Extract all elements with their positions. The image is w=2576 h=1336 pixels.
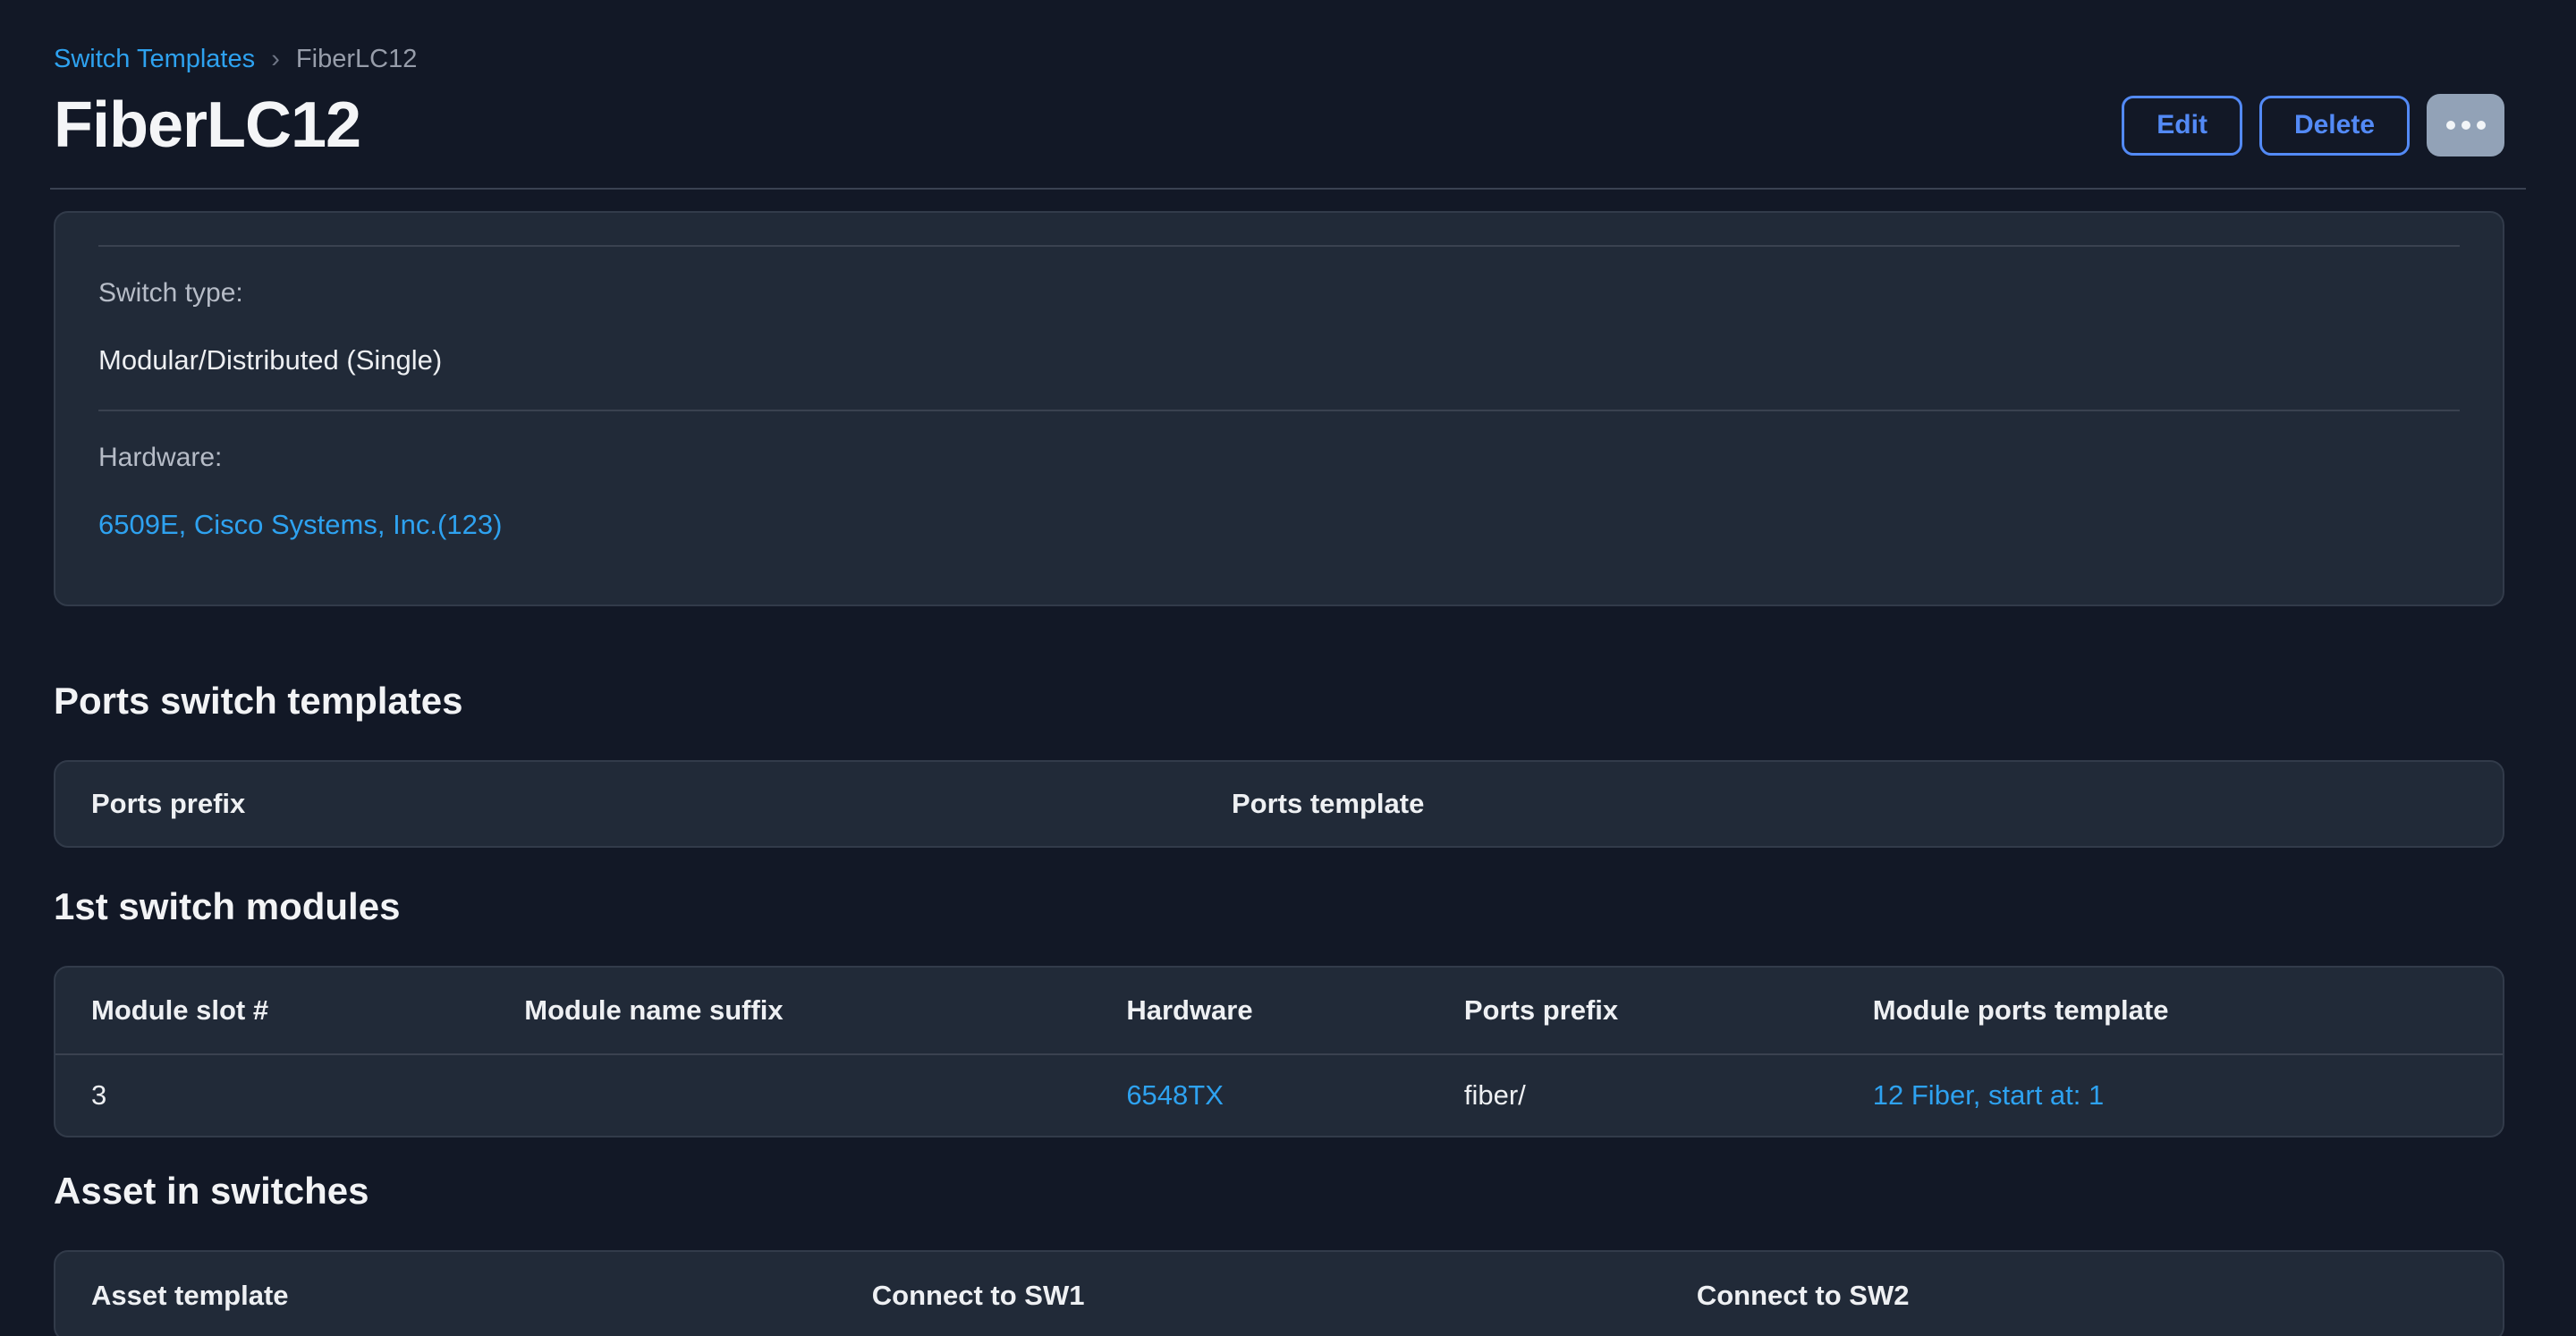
ellipsis-icon: [2462, 121, 2470, 130]
breadcrumb: Switch Templates › FiberLC12: [54, 43, 2504, 75]
column-header-hardware: Hardware: [1090, 994, 1428, 1027]
delete-button[interactable]: Delete: [2259, 96, 2410, 156]
section-heading-asset-in-switches: Asset in switches: [54, 1170, 2504, 1213]
title-row: FiberLC12 Edit Delete: [54, 89, 2504, 161]
module-ports-template-link[interactable]: 12 Fiber, start at: 1: [1873, 1079, 2104, 1111]
field-label: Hardware:: [98, 442, 2460, 474]
column-header-asset-template: Asset template: [55, 1280, 836, 1312]
breadcrumb-separator: ›: [271, 45, 280, 73]
switch-template-detail-page: Switch Templates › FiberLC12 FiberLC12 E…: [0, 0, 2576, 1336]
field-hardware: Hardware: 6509E, Cisco Systems, Inc.(123…: [98, 410, 2460, 574]
cell-ports-prefix: fiber/: [1428, 1079, 1837, 1112]
ports-templates-table: Ports prefix Ports template: [54, 760, 2504, 848]
asset-in-switches-table: Asset template Connect to SW1 Connect to…: [54, 1250, 2504, 1336]
column-header-module-name-suffix: Module name suffix: [488, 994, 1090, 1027]
column-header-module-ports-template: Module ports template: [1837, 994, 2503, 1027]
table-header-row: Asset template Connect to SW1 Connect to…: [55, 1252, 2503, 1336]
page-actions: Edit Delete: [2122, 94, 2504, 156]
breadcrumb-current: FiberLC12: [296, 45, 417, 73]
ellipsis-icon: [2477, 121, 2486, 130]
ellipsis-icon: [2446, 121, 2455, 130]
breadcrumb-link-switch-templates[interactable]: Switch Templates: [54, 45, 255, 73]
cell-module-slot: 3: [55, 1079, 488, 1112]
hardware-link[interactable]: 6509E, Cisco Systems, Inc.(123): [98, 509, 502, 540]
table-row: 3 6548TX fiber/ 12 Fiber, start at: 1: [55, 1053, 2503, 1136]
details-card: Switch type: Modular/Distributed (Single…: [54, 211, 2504, 606]
header-divider: [50, 188, 2526, 190]
section-heading-ports-switch-templates: Ports switch templates: [54, 680, 2504, 723]
section-heading-1st-switch-modules: 1st switch modules: [54, 885, 2504, 928]
column-header-ports-prefix: Ports prefix: [1428, 994, 1837, 1027]
switch-modules-table: Module slot # Module name suffix Hardwar…: [54, 966, 2504, 1137]
column-header-ports-template: Ports template: [1196, 788, 2503, 820]
table-header-row: Ports prefix Ports template: [55, 762, 2503, 846]
field-switch-type: Switch type: Modular/Distributed (Single…: [98, 245, 2460, 410]
module-hardware-link[interactable]: 6548TX: [1126, 1079, 1224, 1111]
column-header-ports-prefix: Ports prefix: [55, 788, 1196, 820]
column-header-connect-to-sw1: Connect to SW1: [836, 1280, 1661, 1312]
more-actions-button[interactable]: [2427, 94, 2504, 156]
page-title: FiberLC12: [54, 89, 360, 162]
column-header-connect-to-sw2: Connect to SW2: [1661, 1280, 2503, 1312]
column-header-module-slot: Module slot #: [55, 994, 488, 1027]
field-label: Switch type:: [98, 277, 2460, 309]
field-value: Modular/Distributed (Single): [98, 343, 2460, 377]
table-header-row: Module slot # Module name suffix Hardwar…: [55, 968, 2503, 1053]
edit-button[interactable]: Edit: [2122, 96, 2242, 156]
